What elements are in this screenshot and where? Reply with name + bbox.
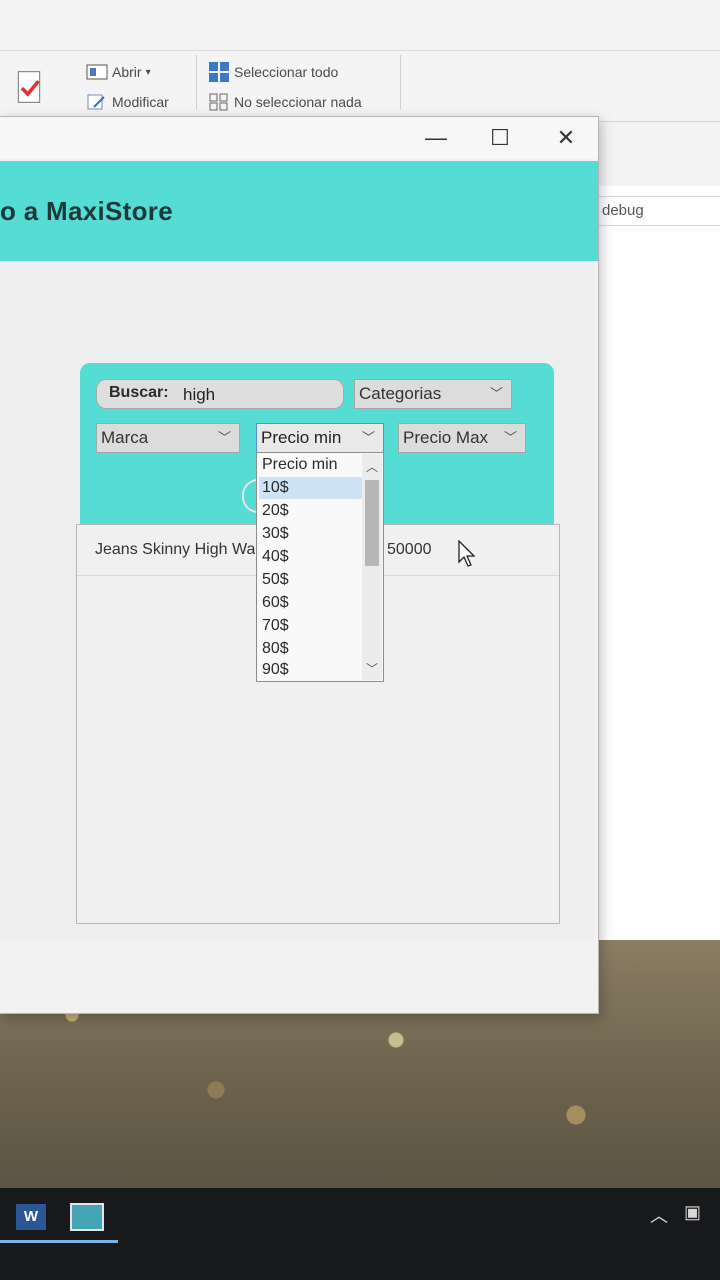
dropdown-option[interactable]: 40$ — [259, 546, 362, 568]
show-hidden-icons-icon[interactable]: ︿ — [650, 1202, 668, 1228]
min-price-select[interactable]: Precio min ﹀ — [256, 423, 384, 453]
properties-icon[interactable] — [16, 69, 42, 105]
select-none-button[interactable]: No seleccionar nada — [208, 93, 362, 111]
chevron-down-icon: ﹀ — [503, 430, 517, 445]
app-window-icon — [70, 1203, 104, 1231]
dropdown-option[interactable]: 50$ — [259, 569, 362, 591]
dropdown-option[interactable]: Precio min — [259, 454, 362, 476]
dropdown-option[interactable]: 30$ — [259, 523, 362, 545]
open-button[interactable]: Abrir ▾ — [86, 63, 151, 81]
page-title: o a MaxiStore — [0, 196, 173, 226]
edit-icon — [87, 94, 105, 110]
product-price: 50000 — [387, 541, 432, 558]
open-icon — [86, 64, 108, 80]
maximize-icon[interactable]: ☐ — [480, 121, 520, 155]
chevron-down-icon: ﹀ — [489, 386, 503, 401]
search-input[interactable] — [181, 382, 335, 408]
app-header: o a MaxiStore — [0, 161, 598, 261]
dropdown-option[interactable]: 20$ — [259, 500, 362, 522]
scroll-down-icon[interactable]: ﹀ — [362, 660, 382, 677]
min-price-select-value: Precio min — [261, 428, 342, 447]
modify-label: Modificar — [112, 94, 169, 110]
window-titlebar[interactable]: — ☐ ✕ — [0, 117, 598, 159]
checklist-icon — [17, 71, 41, 103]
taskbar-app-button[interactable] — [56, 1194, 118, 1243]
debug-folder-row[interactable]: debug — [596, 196, 720, 226]
chevron-down-icon: ﹀ — [217, 430, 231, 445]
dropdown-option[interactable]: 90$ — [259, 659, 362, 681]
categories-select-value: Categorias — [359, 384, 442, 403]
select-all-button[interactable]: Seleccionar todo — [208, 61, 338, 83]
close-icon[interactable]: ✕ — [546, 121, 586, 155]
select-none-icon — [209, 93, 228, 111]
dropdown-option-selected[interactable]: 10$ — [259, 477, 362, 499]
select-none-label: No seleccionar nada — [234, 94, 362, 110]
dropdown-scrollbar[interactable]: ︿ ﹀ — [362, 454, 382, 680]
explorer-ribbon: Abrir ▾ Modificar Seleccionar todo No se… — [0, 50, 720, 122]
modify-button[interactable]: Modificar — [86, 93, 169, 111]
product-name: Jeans Skinny High Wa — [95, 541, 255, 558]
categories-select[interactable]: Categorias ﹀ — [354, 379, 512, 409]
scrollbar-thumb[interactable] — [365, 480, 379, 566]
minimize-icon[interactable]: — — [416, 121, 456, 155]
search-label: Buscar: — [109, 384, 169, 401]
ribbon-divider — [196, 55, 197, 110]
open-dropdown-icon[interactable]: ▾ — [146, 67, 151, 78]
ribbon-divider — [400, 55, 401, 110]
mouse-cursor-icon — [458, 540, 476, 567]
explorer-file-pane — [596, 186, 720, 940]
taskbar-word-button[interactable]: W — [0, 1194, 62, 1243]
min-price-dropdown-list[interactable]: Precio min 10$ 20$ 30$ 40$ 50$ 60$ 70$ 8… — [256, 452, 384, 682]
brand-select[interactable]: Marca ﹀ — [96, 423, 240, 453]
max-price-select-value: Precio Max — [403, 428, 489, 447]
brand-select-value: Marca — [101, 428, 149, 447]
dropdown-option[interactable]: 70$ — [259, 615, 362, 637]
open-label: Abrir — [112, 64, 142, 80]
dropdown-option[interactable]: 60$ — [259, 592, 362, 614]
search-field[interactable]: Buscar: — [96, 379, 344, 409]
network-icon[interactable]: ▣ — [684, 1202, 701, 1223]
chevron-down-icon: ﹀ — [361, 430, 375, 445]
scroll-up-icon[interactable]: ︿ — [362, 458, 382, 475]
max-price-select[interactable]: Precio Max ﹀ — [398, 423, 526, 453]
select-all-icon — [209, 62, 229, 82]
word-icon: W — [16, 1204, 46, 1230]
dropdown-option[interactable]: 80$ — [259, 638, 362, 660]
select-all-label: Seleccionar todo — [234, 64, 339, 80]
taskbar: W ︿ ▣ — [0, 1188, 720, 1280]
